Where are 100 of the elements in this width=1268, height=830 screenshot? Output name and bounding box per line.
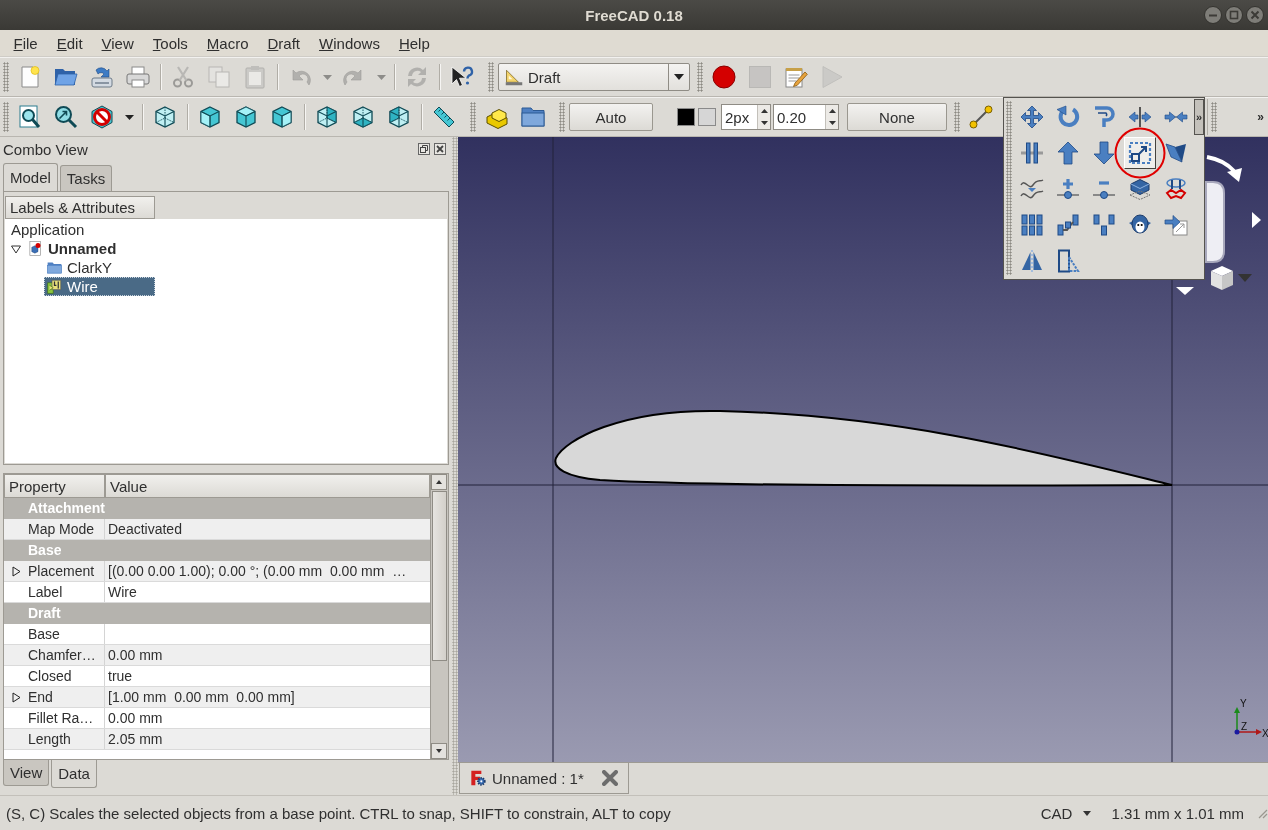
toolbar-grip[interactable]: [3, 102, 9, 132]
pointer-question-icon[interactable]: [450, 65, 474, 89]
printer-icon[interactable]: [126, 65, 150, 89]
scroll-down-icon[interactable]: [431, 743, 447, 759]
stair-array-icon[interactable]: [1056, 213, 1080, 237]
spin-down-icon[interactable]: [760, 121, 768, 125]
mirror-triangles-icon[interactable]: [1020, 249, 1044, 273]
stretch-icon[interactable]: [1056, 249, 1080, 273]
color-swatch-icon[interactable]: [677, 108, 695, 126]
wireframe-cube-icon[interactable]: [153, 105, 177, 129]
minimize-icon[interactable]: [1204, 6, 1222, 24]
menu-item[interactable]: Draft: [258, 32, 310, 54]
toolbar-grip[interactable]: [470, 102, 476, 132]
scrollbar-thumb[interactable]: [432, 491, 447, 661]
notepad-pencil-icon[interactable]: [784, 65, 808, 89]
line-endpoints-icon[interactable]: [969, 105, 993, 129]
no-entry-icon[interactable]: [90, 105, 114, 129]
document-tab[interactable]: Unnamed : 1*: [459, 763, 629, 794]
tree-item[interactable]: Unnamed: [25, 239, 155, 258]
toolbar-grip[interactable]: [3, 62, 9, 92]
projected-block-icon[interactable]: [1128, 177, 1152, 201]
property-row[interactable]: End [1.00 mm 0.00 mm 0.00 mm]: [4, 687, 430, 708]
tree-item[interactable]: Application: [8, 220, 155, 239]
menu-item[interactable]: Help: [389, 32, 440, 54]
cube-icon[interactable]: [315, 105, 339, 129]
sheep-icon[interactable]: [1128, 213, 1152, 237]
spin-field[interactable]: 2px: [721, 104, 771, 130]
caret-icon[interactable]: [124, 114, 134, 120]
cube-icon[interactable]: [1211, 266, 1233, 290]
expander-icon[interactable]: [11, 565, 21, 577]
unit-selector[interactable]: CAD: [1040, 804, 1092, 822]
workbench-dropdown[interactable]: Draft: [498, 63, 690, 91]
wedge-icon[interactable]: [1164, 141, 1188, 165]
overflow-button[interactable]: »: [1194, 99, 1204, 135]
menu-item[interactable]: Edit: [47, 32, 93, 54]
menu-item[interactable]: Tools: [143, 32, 198, 54]
toolbar-grip[interactable]: [697, 62, 703, 92]
auto-button[interactable]: Auto: [569, 103, 653, 131]
arrow-right-icon[interactable]: [1252, 212, 1261, 228]
scrollbar[interactable]: [430, 474, 448, 759]
spin-up-icon[interactable]: [760, 109, 768, 113]
folder-icon[interactable]: [521, 105, 545, 129]
expander-icon[interactable]: [11, 243, 21, 254]
curved-arrow-icon[interactable]: [1206, 155, 1242, 182]
tab[interactable]: Model: [3, 163, 58, 191]
save-icon[interactable]: [90, 65, 114, 89]
color-swatch-icon[interactable]: [698, 108, 716, 126]
caret-icon[interactable]: [1083, 810, 1092, 816]
column-header[interactable]: Labels & Attributes: [5, 196, 155, 219]
spin-up-icon[interactable]: [828, 109, 836, 113]
point-array-icon[interactable]: [1092, 213, 1116, 237]
cube-icon[interactable]: [387, 105, 411, 129]
ruler-icon[interactable]: [432, 105, 456, 129]
tree-item[interactable]: Wire: [44, 277, 155, 296]
record-icon[interactable]: [712, 65, 736, 89]
maximize-icon[interactable]: [1225, 6, 1243, 24]
close-icon[interactable]: [601, 770, 618, 786]
property-row[interactable]: Chamfer… 0.00 mm: [4, 645, 430, 666]
magnifier-icon[interactable]: [54, 105, 78, 129]
menu-item[interactable]: View: [92, 32, 144, 54]
cube-icon[interactable]: [234, 105, 258, 129]
toolbar-grip[interactable]: [559, 102, 565, 132]
column-header[interactable]: Value: [105, 474, 430, 498]
tab[interactable]: Tasks: [59, 165, 113, 191]
menu-item[interactable]: Macro: [197, 32, 258, 54]
expander-icon[interactable]: [11, 691, 21, 703]
none-button[interactable]: None: [847, 103, 947, 131]
airfoil-shape[interactable]: [554, 410, 1173, 487]
four-way-arrow-icon[interactable]: [1020, 105, 1044, 129]
column-header[interactable]: Property: [4, 474, 105, 498]
arrow-down-icon[interactable]: [1176, 287, 1194, 295]
scroll-up-icon[interactable]: [431, 474, 447, 490]
overflow-button[interactable]: »: [1253, 110, 1268, 124]
tree-item[interactable]: ClarkY: [44, 258, 155, 277]
toolbar-grip[interactable]: [488, 62, 494, 92]
cube-icon[interactable]: [198, 105, 222, 129]
resize-grip-icon[interactable]: [1256, 807, 1268, 819]
spin-field[interactable]: 0.20: [773, 104, 839, 130]
parallel-bars-icon[interactable]: [1020, 141, 1044, 165]
toolbar-grip[interactable]: [954, 102, 960, 132]
property-row[interactable]: Map Mode Deactivated: [4, 519, 430, 540]
navigation-cube-face[interactable]: [1205, 181, 1225, 263]
up-arrow-icon[interactable]: [1056, 141, 1080, 165]
toolbar-grip[interactable]: [1211, 102, 1217, 132]
tab[interactable]: Data: [51, 760, 97, 788]
menu-item[interactable]: Windows: [309, 32, 390, 54]
property-row[interactable]: Placement [(0.00 0.00 1.00); 0.00 °; (0.00 mm 0.00 mm …: [4, 561, 430, 582]
wave-icon[interactable]: [1020, 177, 1044, 201]
3d-viewport[interactable]: Y Z X: [458, 137, 1268, 762]
zoom-page-icon[interactable]: [18, 105, 42, 129]
outward-arrows-icon[interactable]: [1128, 105, 1152, 129]
menu-item[interactable]: File: [4, 32, 48, 54]
grid-icon[interactable]: [1020, 213, 1044, 237]
spin-down-icon[interactable]: [828, 121, 836, 125]
cube-icon[interactable]: [270, 105, 294, 129]
toolbar-grip[interactable]: [1006, 101, 1012, 275]
plus-point-icon[interactable]: [1056, 177, 1080, 201]
sketch-convert-icon[interactable]: [1164, 177, 1188, 201]
float-icon[interactable]: [418, 143, 430, 155]
down-arrow-icon[interactable]: [1092, 141, 1116, 165]
